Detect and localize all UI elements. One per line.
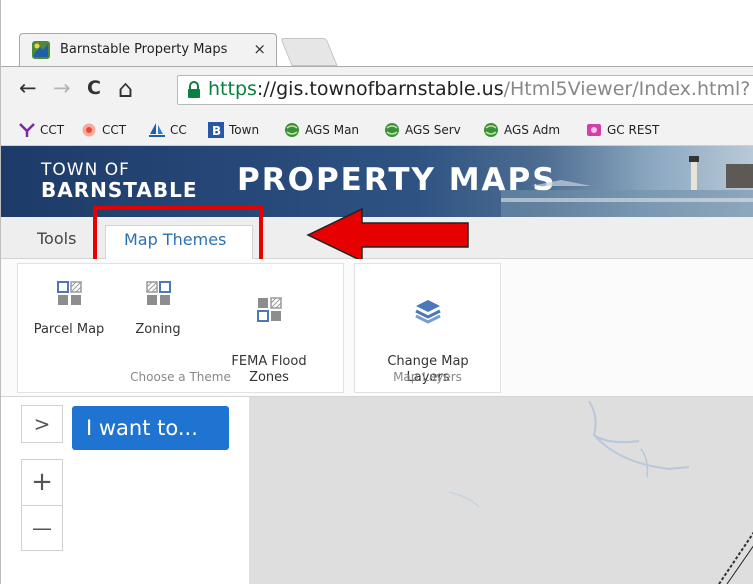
bookmark-ags-adm[interactable]: AGS Adm (483, 120, 560, 140)
zoom-out-button[interactable]: — (22, 506, 62, 551)
forward-icon[interactable]: → (53, 76, 71, 100)
globe-icon (385, 123, 399, 137)
group-label: Choose a Theme (130, 370, 231, 384)
bookmark-town[interactable]: B Town (208, 120, 259, 140)
bookmarks-bar: CCT CCT CC B Town AGS Man AGS Serv AGS A… (1, 112, 753, 146)
y-logo-icon (19, 123, 35, 137)
theme-grid-icon (257, 297, 282, 322)
sailboat-icon (149, 123, 165, 137)
browser-tab[interactable]: Barnstable Property Maps × (19, 33, 277, 67)
theme-grid-icon (57, 281, 82, 305)
zoning-button[interactable]: Zoning (115, 264, 201, 338)
reload-icon[interactable]: C (87, 77, 101, 99)
tab-title: Barnstable Property Maps (60, 42, 228, 57)
fema-flood-zones-button[interactable]: FEMA Flood Zones (214, 264, 324, 386)
zoom-control: + — (21, 459, 63, 551)
map-features (448, 400, 753, 584)
b-logo-icon: B (208, 122, 224, 138)
home-icon[interactable]: ⌂ (118, 75, 133, 103)
highlight-box (93, 206, 263, 267)
bookmark-gc-rest[interactable]: GC REST (586, 120, 659, 140)
change-map-layers-button[interactable]: Change Map Layers (365, 264, 491, 386)
group-choose-theme: Parcel Map Zoning FEMA Flood Zones Choos… (17, 263, 344, 393)
parcel-map-button[interactable]: Parcel Map (22, 264, 116, 338)
browser-toolbar: ← → C ⌂ https://gis.townofbarnstable.us/… (1, 66, 753, 112)
zoom-in-button[interactable]: + (22, 460, 62, 505)
town-name: BARNSTABLE (41, 178, 198, 202)
theme-grid-icon (146, 281, 171, 305)
harbor-scene-image (501, 156, 753, 217)
bookmark-cct-2[interactable]: CCT (81, 120, 126, 140)
map-canvas[interactable] (249, 397, 753, 584)
svg-text:B: B (212, 124, 221, 138)
bookmark-cct-1[interactable]: CCT (19, 120, 64, 140)
layers-icon (415, 300, 441, 324)
address-bar[interactable]: https://gis.townofbarnstable.us/Html5Vie… (177, 75, 753, 105)
back-icon[interactable]: ← (19, 76, 37, 100)
browser-window: Barnstable Property Maps × ← → C ⌂ https… (0, 0, 753, 584)
ribbon-panel: Parcel Map Zoning FEMA Flood Zones Choos… (1, 259, 753, 397)
town-label: TOWN OF (41, 160, 130, 180)
globe-map-icon (32, 41, 50, 59)
lock-icon (188, 81, 200, 98)
url-text: https://gis.townofbarnstable.us/Html5Vie… (208, 78, 751, 100)
bookmark-ags-man[interactable]: AGS Man (284, 120, 359, 140)
bookmark-ags-serv[interactable]: AGS Serv (384, 120, 461, 140)
group-map-layers: Change Map Layers Map Layers (354, 263, 501, 393)
group-label: Map Layers (393, 370, 462, 384)
new-tab-button[interactable] (280, 38, 338, 66)
globe-icon (484, 123, 498, 137)
red-arrow-annotation (306, 207, 469, 263)
expand-panel-button[interactable]: > (21, 405, 63, 443)
i-want-to-button[interactable]: I want to... (72, 406, 229, 450)
tab-strip: Barnstable Property Maps × (1, 0, 753, 67)
tab-tools[interactable]: Tools (37, 229, 76, 248)
close-icon[interactable]: × (253, 40, 266, 58)
globe-icon (285, 123, 299, 137)
puzzle-icon (587, 124, 601, 136)
bookmark-cc[interactable]: CC (149, 120, 187, 140)
flower-icon (82, 123, 96, 137)
